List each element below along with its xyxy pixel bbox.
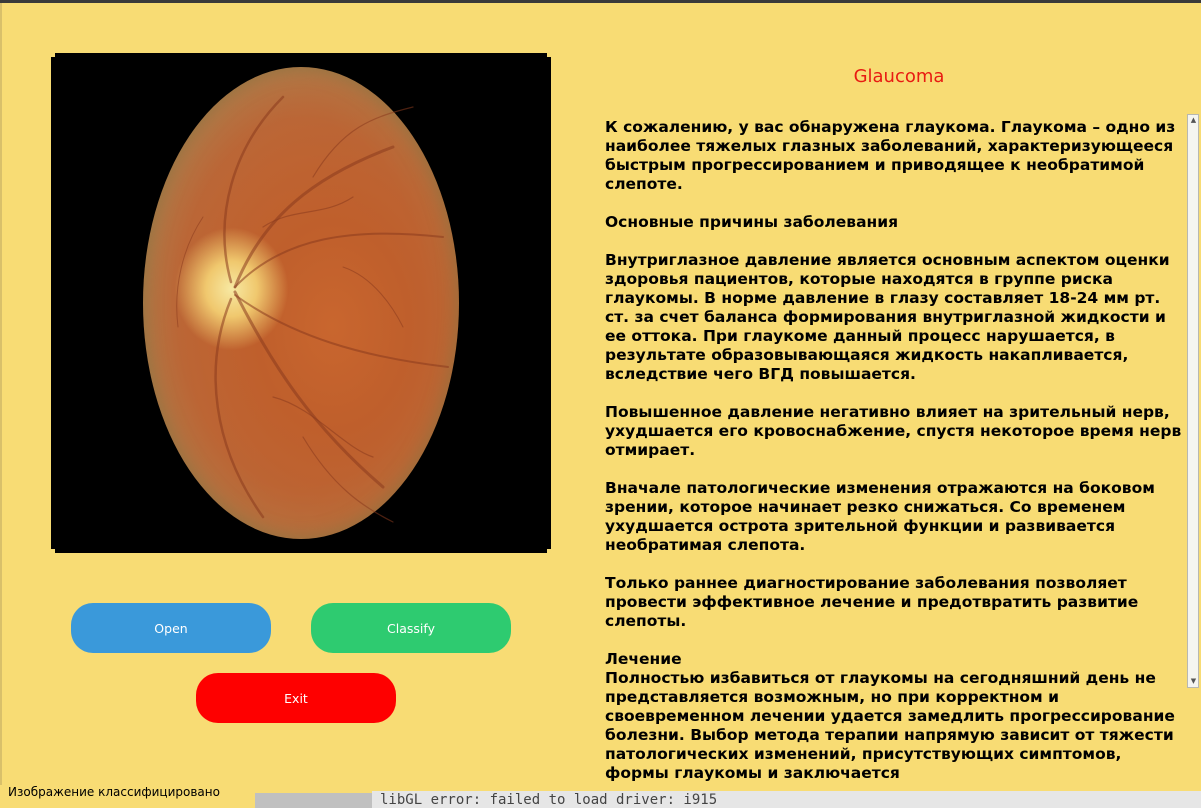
- paragraph-causes-heading: Основные причины заболевания: [605, 213, 899, 231]
- open-button[interactable]: Open: [71, 603, 271, 653]
- description-text-area[interactable]: К сожалению, у вас обнаружена глаукома. …: [596, 114, 1187, 785]
- classify-button[interactable]: Classify: [311, 603, 511, 653]
- status-message: Изображение классифицировано: [8, 785, 220, 799]
- scroll-down-icon[interactable]: ▼: [1189, 677, 1198, 686]
- scroll-up-icon[interactable]: ▲: [1189, 116, 1198, 125]
- fundus-image-panel: [51, 53, 551, 553]
- retina-fundus-image: [143, 67, 459, 539]
- retina-vessels-icon: [176, 95, 449, 523]
- window-left-edge: [0, 3, 2, 785]
- frame-corner: [51, 549, 55, 553]
- status-bar: Изображение классифицировано: [0, 785, 255, 808]
- paragraph-treatment: Полностью избавиться от глаукомы на сего…: [605, 669, 1175, 782]
- exit-button[interactable]: Exit: [196, 673, 396, 723]
- paragraph-nerve: Повышенное давление негативно влияет на …: [605, 403, 1182, 459]
- terminal-text: libGL error: failed to load driver: i915: [380, 792, 718, 808]
- diagnosis-title: Glaucoma: [853, 66, 945, 87]
- paragraph-pressure: Внутриглазное давление является основным…: [605, 251, 1170, 383]
- frame-corner: [51, 53, 55, 57]
- paragraph-intro: К сожалению, у вас обнаружена глаукома. …: [605, 118, 1176, 193]
- frame-corner: [547, 549, 551, 553]
- description-scrollbar[interactable]: ▲ ▼: [1187, 114, 1199, 688]
- frame-corner: [547, 53, 551, 57]
- treatment-heading: Лечение: [605, 650, 682, 668]
- app-window: Glaucoma К сожалению, у вас обнаружена г…: [0, 0, 1201, 808]
- window-top-border: [0, 0, 1201, 3]
- background-terminal: libGL error: failed to load driver: i915: [372, 791, 1201, 808]
- description-text: К сожалению, у вас обнаружена глаукома. …: [605, 118, 1183, 785]
- paragraph-diagnosis: Только раннее диагностирование заболеван…: [605, 574, 1139, 630]
- paragraph-vision: Вначале патологические изменения отражаю…: [605, 479, 1155, 554]
